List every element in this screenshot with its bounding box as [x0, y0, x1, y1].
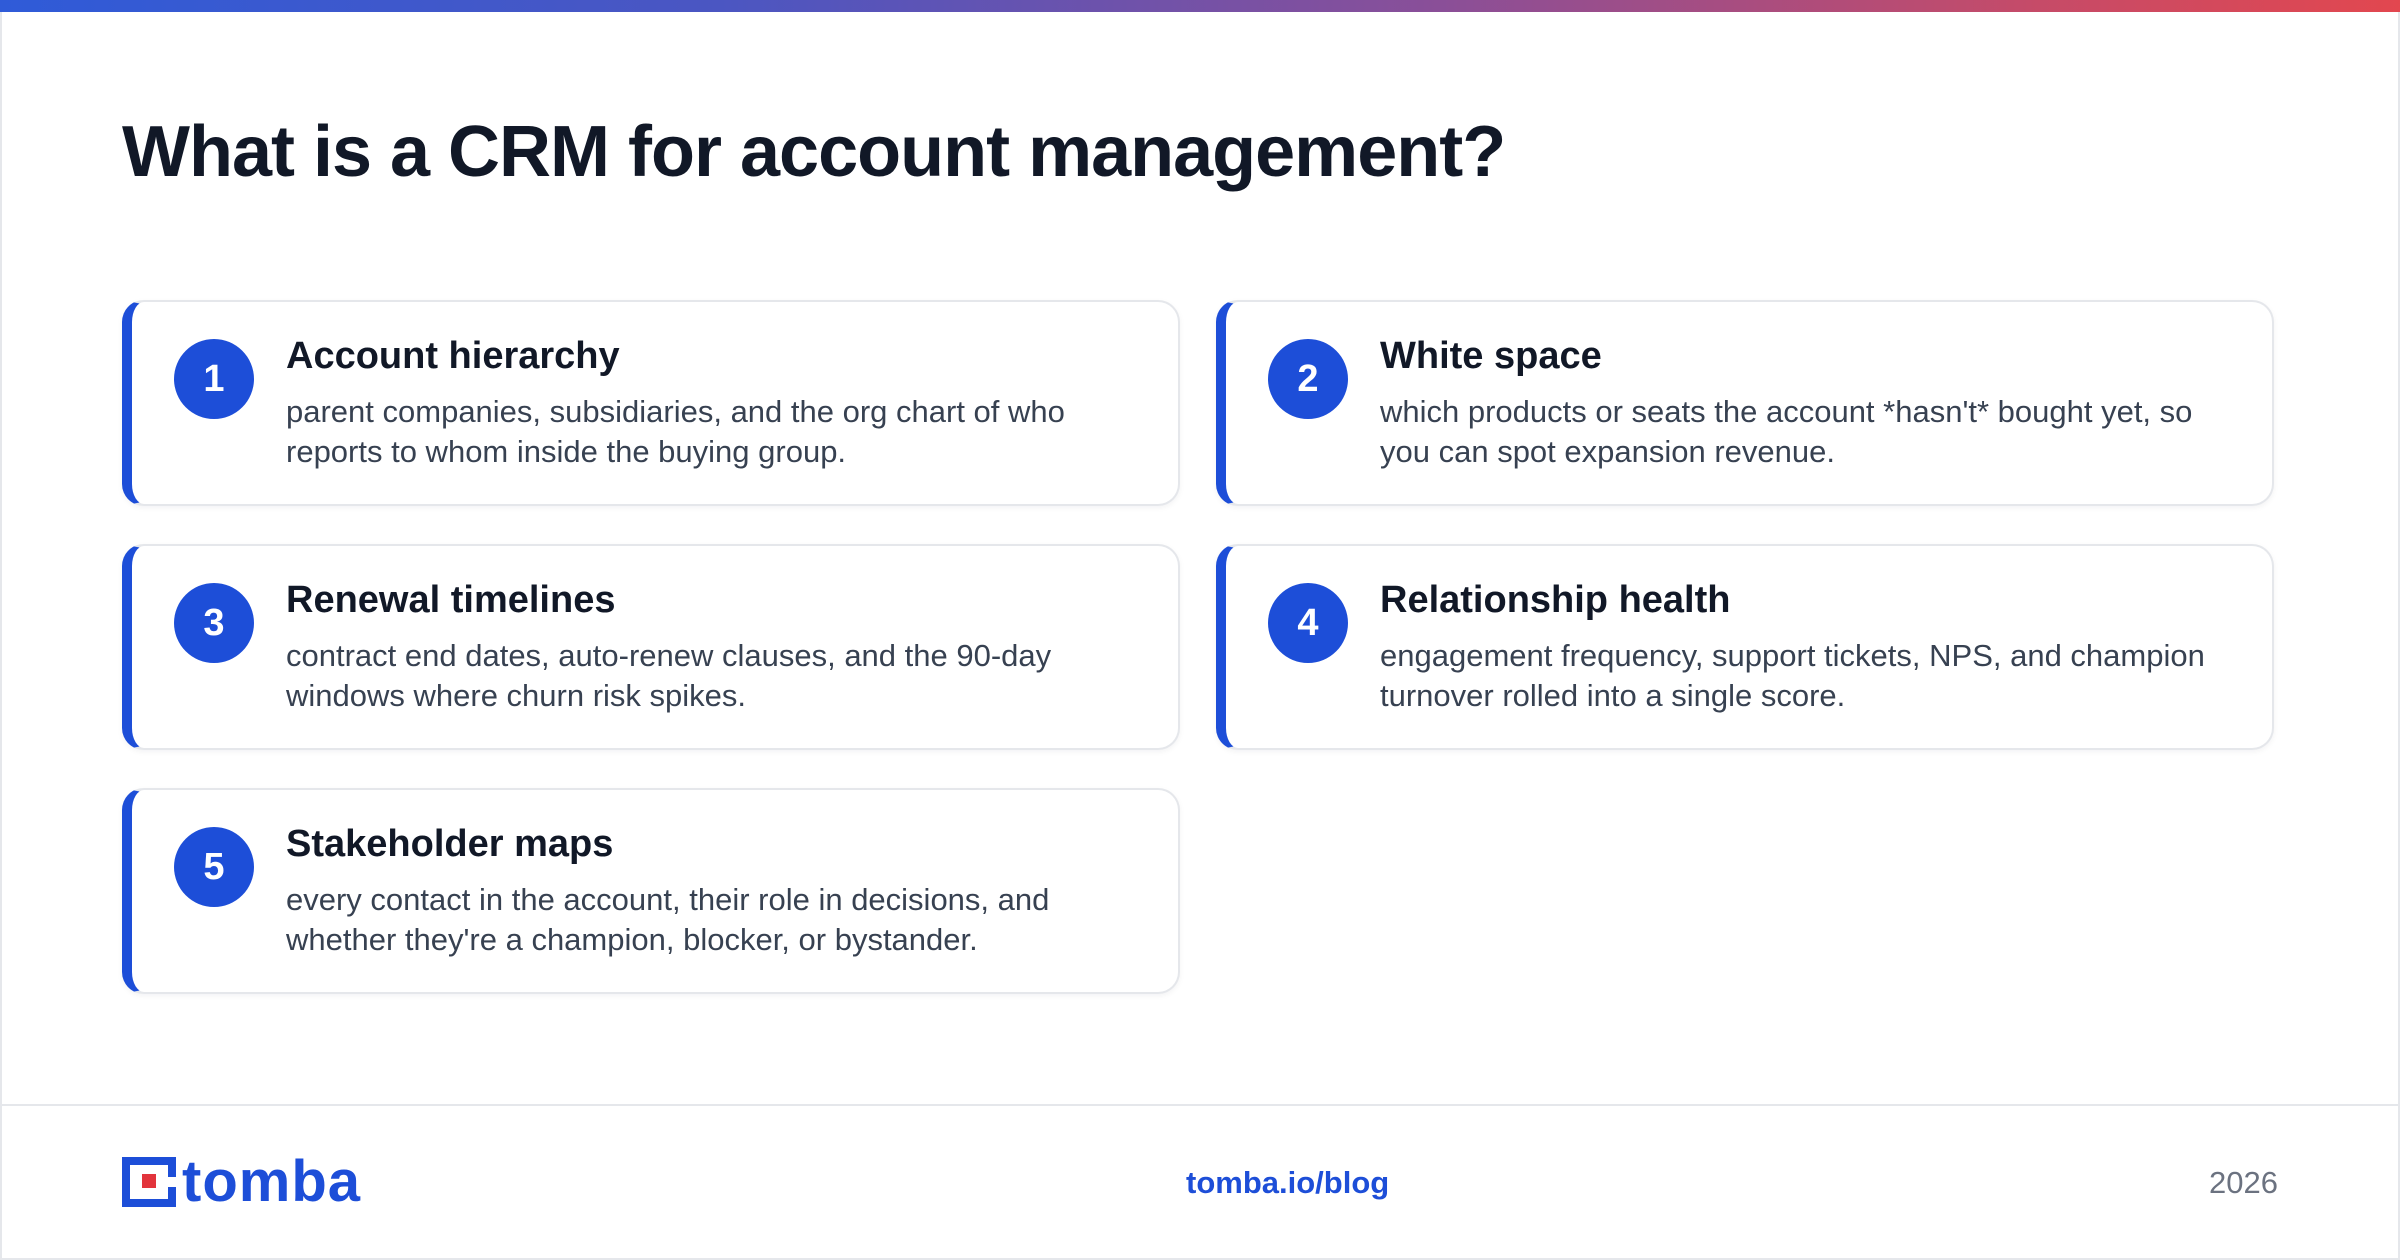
tomba-logo-mark-icon — [122, 1157, 176, 1207]
card-description: every contact in the account, their role… — [286, 882, 1050, 957]
card-number-badge: 1 — [174, 339, 254, 419]
card-number-badge: 4 — [1268, 583, 1348, 663]
card-description: parent companies, subsidiaries, and the … — [286, 394, 1065, 469]
logo-wordmark: tomba — [182, 1149, 361, 1214]
card-number-badge: 3 — [174, 583, 254, 663]
card-description: contract end dates, auto-renew clauses, … — [286, 638, 1052, 713]
footer-year: 2026 — [2209, 1165, 2278, 1200]
card-renewal-timelines: 3 Renewal timelines contract end dates, … — [122, 544, 1180, 750]
card-number-badge: 5 — [174, 827, 254, 907]
card-relationship-health: 4 Relationship health engagement frequen… — [1216, 544, 2274, 750]
gradient-top-bar — [0, 0, 2400, 12]
blog-link[interactable]: tomba.io/blog — [1186, 1163, 1389, 1203]
card-account-hierarchy: 1 Account hierarchy parent companies, su… — [122, 300, 1180, 506]
card-number-badge: 2 — [1268, 339, 1348, 419]
page-title: What is a CRM for account management? — [122, 112, 1506, 192]
card-title: White space — [1380, 335, 1602, 377]
card-title: Renewal timelines — [286, 579, 616, 621]
footer-divider — [0, 1104, 2400, 1106]
card-title: Relationship health — [1380, 579, 1731, 621]
card-description: which products or seats the account *has… — [1380, 394, 2193, 469]
tomba-logo: tomba — [122, 1152, 361, 1212]
card-title: Account hierarchy — [286, 335, 620, 377]
card-description: engagement frequency, support tickets, N… — [1380, 638, 2205, 713]
card-title: Stakeholder maps — [286, 823, 614, 865]
card-stakeholder-maps: 5 Stakeholder maps every contact in the … — [122, 788, 1180, 994]
card-white-space: 2 White space which products or seats th… — [1216, 300, 2274, 506]
